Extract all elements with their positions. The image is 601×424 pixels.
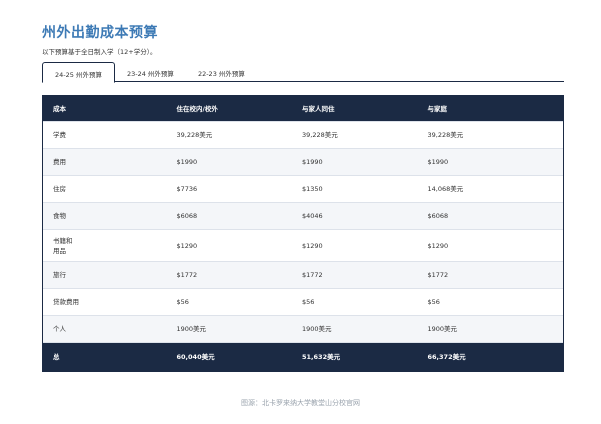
row-label: 住房 — [53, 185, 66, 193]
cell-value: 39,228美元 — [176, 131, 213, 139]
table-row: 住房 $7736 $1350 14,068美元 — [43, 176, 563, 203]
cell-value: 14,068美元 — [427, 185, 464, 193]
header-with-family: 与家人同住 — [302, 104, 335, 113]
total-value: 60,040美元 — [176, 353, 215, 361]
table-row: 费用 $1990 $1990 $1990 — [43, 149, 563, 176]
table-total-row: 总 60,040美元 51,632美元 66,372美元 — [43, 343, 563, 371]
cell-value: $1990 — [176, 158, 198, 166]
cell-value: $7736 — [176, 185, 198, 193]
table-row: 食物 $6068 $4046 $6068 — [43, 203, 563, 230]
cell-value: 1900美元 — [176, 325, 207, 333]
total-value: 51,632美元 — [302, 353, 341, 361]
cell-value: $1290 — [176, 241, 198, 250]
table-header-row: 成本 住在校内/校外 与家人同住 与家庭 — [43, 96, 563, 122]
cell-value: $6068 — [176, 212, 198, 220]
budget-tabs: 24-25 州外预算 23-24 州外预算 22-23 州外预算 — [42, 62, 564, 83]
table-row: 学费 39,228美元 39,228美元 39,228美元 — [43, 122, 563, 149]
cell-value: $56 — [427, 298, 440, 306]
row-label: 旅行 — [53, 271, 66, 279]
page-subtitle: 以下预算基于全日制入学（12+学分）。 — [42, 48, 157, 56]
cell-value: $1772 — [427, 271, 449, 279]
cell-value: $1350 — [302, 185, 323, 193]
row-label: 学费 — [53, 131, 66, 139]
tab-23-24[interactable]: 23-24 州外预算 — [115, 62, 186, 82]
total-label: 总 — [53, 353, 60, 361]
cell-value: $1990 — [302, 158, 323, 166]
table-row: 旅行 $1772 $1772 $1772 — [43, 262, 563, 289]
row-label: 个人 — [53, 325, 66, 333]
row-label: 食物 — [53, 212, 66, 220]
cell-value: 39,228美元 — [302, 131, 338, 139]
cell-value: $6068 — [427, 212, 449, 220]
cell-value: 1900美元 — [427, 325, 458, 333]
cell-value: $56 — [176, 298, 189, 306]
cell-value: $1990 — [427, 158, 449, 166]
cell-value: $4046 — [302, 212, 323, 220]
cell-value: $1290 — [302, 241, 323, 250]
image-source-caption: 图源：北卡罗来纳大学教堂山分校官网 — [241, 399, 360, 407]
table-row: 贷款费用 $56 $56 $56 — [43, 289, 563, 316]
total-value: 66,372美元 — [427, 353, 466, 361]
row-label: 贷款费用 — [53, 298, 79, 306]
cell-value: $1290 — [427, 241, 449, 250]
page-title: 州外出勤成本预算 — [42, 25, 158, 41]
row-label: 费用 — [53, 158, 66, 166]
cell-value: $1772 — [176, 271, 198, 279]
cell-value: 39,228美元 — [427, 131, 464, 139]
header-cost: 成本 — [53, 104, 66, 113]
tab-22-23[interactable]: 22-23 州外预算 — [186, 62, 257, 82]
header-with-family-2: 与家庭 — [427, 104, 448, 113]
tab-24-25[interactable]: 24-25 州外预算 — [42, 62, 115, 83]
cell-value: $1772 — [302, 271, 323, 279]
cost-table: 成本 住在校内/校外 与家人同住 与家庭 学费 39,228美元 39,228美… — [42, 95, 564, 372]
table-row: 书籍和 用品 $1290 $1290 $1290 — [43, 230, 563, 262]
table-row: 个人 1900美元 1900美元 1900美元 — [43, 316, 563, 343]
header-on-off-campus: 住在校内/校外 — [176, 104, 218, 113]
cell-value: $56 — [302, 298, 315, 306]
row-label: 书籍和 用品 — [53, 236, 73, 255]
cell-value: 1900美元 — [302, 325, 332, 333]
